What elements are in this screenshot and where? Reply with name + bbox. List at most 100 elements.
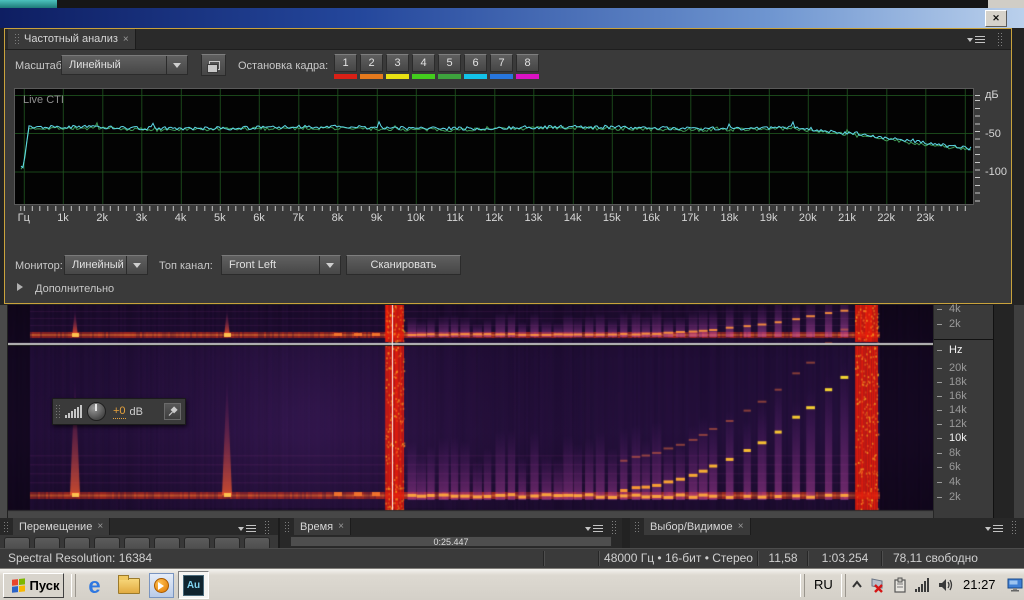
transport-button[interactable] (4, 537, 30, 548)
transport-button[interactable] (244, 537, 270, 548)
tab-grip-icon[interactable] (284, 521, 289, 533)
x-tick-label: 11k (447, 212, 464, 224)
tab-grip-icon[interactable] (14, 33, 19, 45)
no-connection-icon[interactable] (869, 577, 885, 593)
top-channel-dropdown[interactable]: Front Left (221, 255, 341, 275)
scale-tick (937, 368, 942, 369)
panel-menu-icon[interactable] (238, 523, 256, 534)
chevron-down-icon (319, 256, 340, 274)
panel-drag-grip-icon[interactable] (1011, 520, 1017, 534)
panel-menu-icon[interactable] (967, 34, 985, 45)
audition-taskbar-button[interactable]: Au (178, 571, 209, 599)
show-desktop-icon[interactable] (1005, 569, 1024, 600)
scale-label: 16k (949, 390, 967, 402)
duration-status: 1:03.254 (809, 549, 881, 568)
tab-close-icon[interactable]: × (338, 521, 344, 532)
tray-handle[interactable] (800, 574, 805, 597)
internet-explorer-icon[interactable]: e (82, 573, 107, 598)
frame-button-2[interactable]: 2 (360, 54, 383, 72)
frame-button-1[interactable]: 1 (334, 54, 357, 72)
time-display[interactable]: 0:25.447 (290, 536, 612, 547)
transport-button[interactable] (94, 537, 120, 548)
volume-knob[interactable] (87, 402, 106, 421)
frame-button-8[interactable]: 8 (516, 54, 539, 72)
start-button[interactable]: Пуск (3, 573, 64, 598)
tab-frequency-analysis[interactable]: Частотный анализ × (8, 29, 136, 49)
scale-tick (937, 410, 942, 411)
scale-dropdown[interactable]: Линейный (61, 55, 188, 75)
transport-button[interactable] (64, 537, 90, 548)
frame-color-strip (464, 74, 487, 79)
x-tick-label: 4k (175, 212, 187, 224)
hide-icons-chevron[interactable] (849, 577, 865, 593)
scale-tick (937, 438, 942, 439)
tab-close-icon[interactable]: × (738, 521, 744, 532)
tab-grip-icon[interactable] (3, 521, 8, 533)
x-tick-label: 14k (564, 212, 582, 224)
x-tick-label: 12k (485, 212, 503, 224)
scale-label: Масштаб: (15, 60, 65, 72)
transport-button[interactable] (184, 537, 210, 548)
desktop-edge-strip (0, 0, 1024, 8)
panel-drag-grip-icon[interactable] (264, 520, 270, 534)
tab-label: Время (300, 521, 333, 533)
x-axis-ticks (15, 206, 967, 211)
tab-label: Частотный анализ (24, 33, 118, 45)
transport-button[interactable] (124, 537, 150, 548)
scale-tick (937, 396, 942, 397)
move-panel-tabstrip: Перемещение × (0, 518, 278, 535)
tab-close-icon[interactable]: × (123, 34, 129, 45)
scale-label: 8k (949, 447, 961, 459)
x-tick-label: 15k (603, 212, 621, 224)
transport-button[interactable] (214, 537, 240, 548)
tab-selection-view[interactable]: Выбор/Видимое × (644, 518, 751, 535)
advanced-expand-icon[interactable] (17, 283, 27, 291)
pin-button[interactable] (164, 403, 181, 420)
stop-frame-5: 5 (438, 54, 461, 79)
db-y-axis: дБ -50 -100 (974, 89, 1009, 226)
x-tick-label: 1k (57, 212, 69, 224)
signal-bars-icon[interactable] (914, 577, 930, 593)
tab-move[interactable]: Перемещение × (13, 518, 110, 535)
speaker-icon[interactable] (938, 577, 954, 593)
spectral-frequency-scale[interactable]: 4k2kHz20k18k16k14k12k10k8k6k4k2k (933, 305, 993, 518)
scale-label: 18k (949, 376, 967, 388)
panel-divider (622, 518, 630, 548)
frame-button-7[interactable]: 7 (490, 54, 513, 72)
frame-button-3[interactable]: 3 (386, 54, 409, 72)
clipboard-icon[interactable] (892, 577, 908, 593)
panel-drag-grip-icon[interactable] (997, 32, 1003, 46)
panel-menu-icon[interactable] (585, 523, 603, 534)
vertical-zoom-scrollbar[interactable] (993, 305, 1014, 518)
tab-time[interactable]: Время × (294, 518, 351, 535)
transport-button[interactable] (34, 537, 60, 548)
folder-icon[interactable] (116, 573, 141, 598)
volume-value[interactable]: +0 (113, 405, 126, 419)
window-close-button[interactable]: ✕ (985, 10, 1007, 27)
top-channel-dropdown-value: Front Left (222, 259, 319, 271)
tab-close-icon[interactable]: × (97, 521, 103, 532)
monitor-dropdown[interactable]: Линейный (64, 255, 148, 275)
scale-label: 6k (949, 461, 961, 473)
media-player-icon[interactable] (149, 573, 174, 598)
quick-launch-handle[interactable] (71, 574, 76, 597)
scale-tick (937, 350, 942, 351)
frame-button-5[interactable]: 5 (438, 54, 461, 72)
advanced-label[interactable]: Дополнительно (35, 283, 114, 295)
x-tick-label: 5k (214, 212, 226, 224)
scan-button[interactable]: Сканировать (346, 255, 461, 275)
panel-menu-icon[interactable] (985, 523, 1003, 534)
tab-grip-icon[interactable] (634, 521, 639, 533)
clock[interactable]: 21:27 (963, 569, 996, 600)
frame-button-6[interactable]: 6 (464, 54, 487, 72)
volume-unit-label: dB (130, 406, 143, 418)
frequency-graph[interactable]: Live CTI (15, 89, 973, 204)
frame-button-4[interactable]: 4 (412, 54, 435, 72)
frequency-analysis-panel: Частотный анализ × Масштаб: Линейный Ост… (4, 28, 1012, 304)
transport-button[interactable] (154, 537, 180, 548)
scale-tick (937, 497, 942, 498)
snapshot-button[interactable] (201, 54, 226, 76)
overlay-drag-grip-icon[interactable] (55, 404, 62, 420)
language-indicator[interactable]: RU (814, 569, 833, 600)
panel-drag-grip-icon[interactable] (611, 520, 617, 534)
